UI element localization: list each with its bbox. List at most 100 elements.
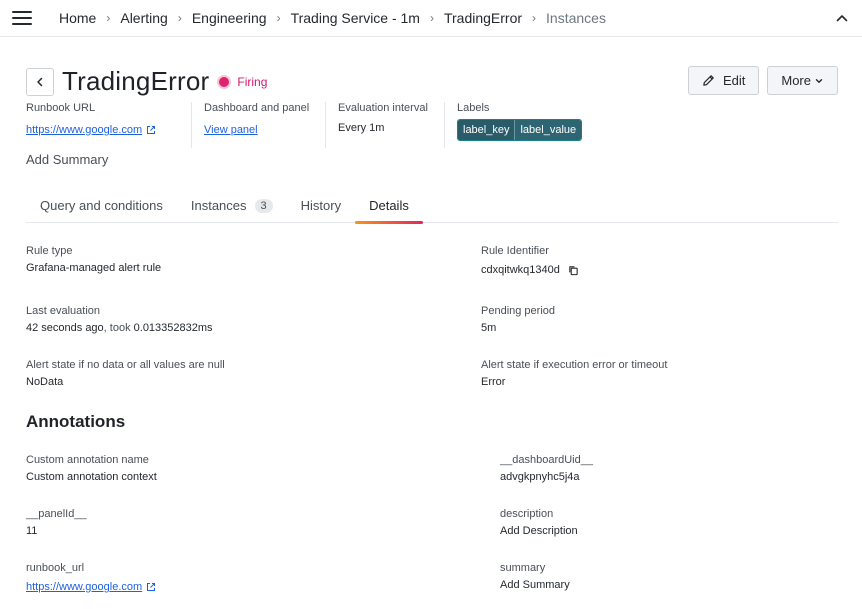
interval-label: Evaluation interval: [338, 102, 428, 114]
last-evaluation-label: Last evaluation: [26, 305, 100, 317]
instances-count-badge: 3: [254, 198, 273, 213]
page-title: TradingError: [62, 66, 210, 96]
panel-id-field: __panelId__ 11: [26, 508, 87, 537]
custom-annotation-value: Custom annotation context: [26, 471, 157, 483]
edit-button[interactable]: Edit: [687, 66, 760, 95]
breadcrumb-current: Instances: [546, 10, 606, 26]
external-link-icon: [147, 126, 156, 134]
last-evaluation-field: Last evaluation 42 seconds ago, took 0.0…: [26, 305, 213, 334]
header-actions: Edit More: [687, 66, 838, 95]
edit-button-label: Edit: [722, 73, 746, 88]
hamburger-menu-icon[interactable]: [12, 11, 32, 25]
dashboard-uid-field: __dashboardUid__ advgkpnyhc5j4a: [500, 454, 593, 483]
summary-annotation-field: summary Add Summary: [500, 562, 570, 591]
breadcrumb-home[interactable]: Home: [59, 10, 96, 26]
error-state-value: Error: [481, 376, 506, 388]
last-evaluation-duration: 0.013352832ms: [133, 322, 213, 334]
breadcrumb-alerting[interactable]: Alerting: [120, 10, 167, 26]
labels-label: Labels: [457, 102, 490, 114]
chevron-right-icon: ›: [429, 11, 434, 25]
chevron-right-icon: ›: [106, 11, 111, 25]
dashboard-section: Dashboard and panel View panel: [191, 102, 325, 148]
last-evaluation-row: 42 seconds ago, took 0.013352832ms: [26, 322, 213, 334]
description-label: description: [500, 508, 554, 520]
runbook-section: Runbook URL https://www.google.com: [26, 102, 191, 148]
tab-label: Query and conditions: [40, 198, 163, 213]
chevron-up-icon[interactable]: [834, 10, 850, 26]
rule-identifier-label: Rule Identifier: [481, 245, 549, 257]
custom-annotation-field: Custom annotation name Custom annotation…: [26, 454, 157, 483]
breadcrumb-trading-service[interactable]: Trading Service - 1m: [291, 10, 420, 26]
dashboard-label: Dashboard and panel: [204, 102, 310, 114]
description-field: description Add Description: [500, 508, 578, 537]
status-badge: Firing: [219, 75, 267, 89]
tab-instances[interactable]: Instances 3: [177, 188, 287, 223]
description-value: Add Description: [500, 525, 578, 537]
labels-section: Labels label_key label_value: [444, 102, 594, 148]
runbook-label: Runbook URL: [26, 102, 96, 114]
runbook-link-text: https://www.google.com: [26, 124, 143, 136]
custom-annotation-label: Custom annotation name: [26, 454, 149, 466]
rule-identifier-row: cdxqitwkq1340d: [481, 264, 579, 276]
no-data-state-label: Alert state if no data or all values are…: [26, 359, 225, 371]
last-evaluation-ago: 42 seconds ago: [26, 322, 104, 334]
tab-history[interactable]: History: [287, 188, 355, 223]
rule-type-value: Grafana-managed alert rule: [26, 262, 162, 274]
breadcrumb-engineering[interactable]: Engineering: [192, 10, 267, 26]
rule-identifier-value: cdxqitwkq1340d: [481, 264, 560, 276]
copy-icon[interactable]: [568, 265, 579, 276]
summary-annotation-label: summary: [500, 562, 546, 574]
top-navigation-bar: Home › Alerting › Engineering › Trading …: [0, 0, 862, 37]
view-panel-link[interactable]: View panel: [204, 124, 258, 136]
panel-id-label: __panelId__: [26, 508, 87, 520]
tab-label: Instances: [190, 198, 247, 213]
more-button-label: More: [781, 73, 811, 88]
rule-type-label: Rule type: [26, 245, 73, 257]
firing-dot-icon: [219, 76, 230, 87]
breadcrumb-trading-error[interactable]: TradingError: [444, 10, 522, 26]
runbook-annotation-label: runbook_url: [26, 562, 85, 574]
tab-query-and-conditions[interactable]: Query and conditions: [26, 188, 177, 223]
back-button[interactable]: [26, 67, 54, 96]
dashboard-uid-label: __dashboardUid__: [500, 454, 593, 466]
runbook-link[interactable]: https://www.google.com: [26, 124, 156, 136]
rule-type-field: Rule type Grafana-managed alert rule: [26, 245, 161, 274]
no-data-state-field: Alert state if no data or all values are…: [26, 359, 225, 388]
tab-bar: Query and conditions Instances 3 History…: [26, 188, 838, 224]
breadcrumb: Home › Alerting › Engineering › Trading …: [59, 10, 834, 26]
error-state-field: Alert state if execution error or timeou…: [481, 359, 667, 388]
pending-period-label: Pending period: [481, 305, 556, 317]
rule-identifier-field: Rule Identifier cdxqitwkq1340d: [481, 245, 579, 276]
rule-metadata: Runbook URL https://www.google.com Dashb…: [26, 102, 594, 148]
runbook-annotation-link-text: https://www.google.com: [26, 581, 143, 593]
runbook-annotation-field: runbook_url https://www.google.com: [26, 562, 156, 593]
chevron-right-icon: ›: [177, 11, 182, 25]
tab-details[interactable]: Details: [355, 188, 423, 224]
interval-value: Every 1m: [338, 122, 385, 134]
chevron-down-icon: [815, 78, 823, 83]
label-key: label_key: [458, 120, 515, 140]
more-button[interactable]: More: [767, 66, 838, 95]
runbook-annotation-link[interactable]: https://www.google.com: [26, 581, 156, 593]
chevron-left-icon: [37, 77, 43, 86]
add-summary-button[interactable]: Add Summary: [26, 152, 108, 167]
no-data-state-value: NoData: [26, 376, 64, 388]
annotations-heading: Annotations: [26, 412, 126, 431]
dashboard-uid-value: advgkpnyhc5j4a: [500, 471, 580, 483]
label-value: label_value: [514, 120, 582, 140]
error-state-label: Alert state if execution error or timeou…: [481, 359, 668, 371]
rule-header: TradingError Firing: [26, 66, 267, 97]
chevron-right-icon: ›: [276, 11, 281, 25]
pending-period-value: 5m: [481, 322, 497, 334]
pending-period-field: Pending period 5m: [481, 305, 555, 334]
interval-section: Evaluation interval Every 1m: [325, 102, 444, 148]
tab-label: Details: [369, 198, 409, 213]
label-chip: label_key label_value: [457, 119, 583, 141]
chevron-right-icon: ›: [532, 11, 537, 25]
tab-label: History: [300, 198, 342, 213]
status-label: Firing: [237, 74, 268, 89]
panel-id-value: 11: [26, 525, 38, 537]
last-evaluation-took: , took: [103, 322, 134, 334]
summary-annotation-value: Add Summary: [500, 579, 570, 591]
external-link-icon: [147, 583, 156, 591]
